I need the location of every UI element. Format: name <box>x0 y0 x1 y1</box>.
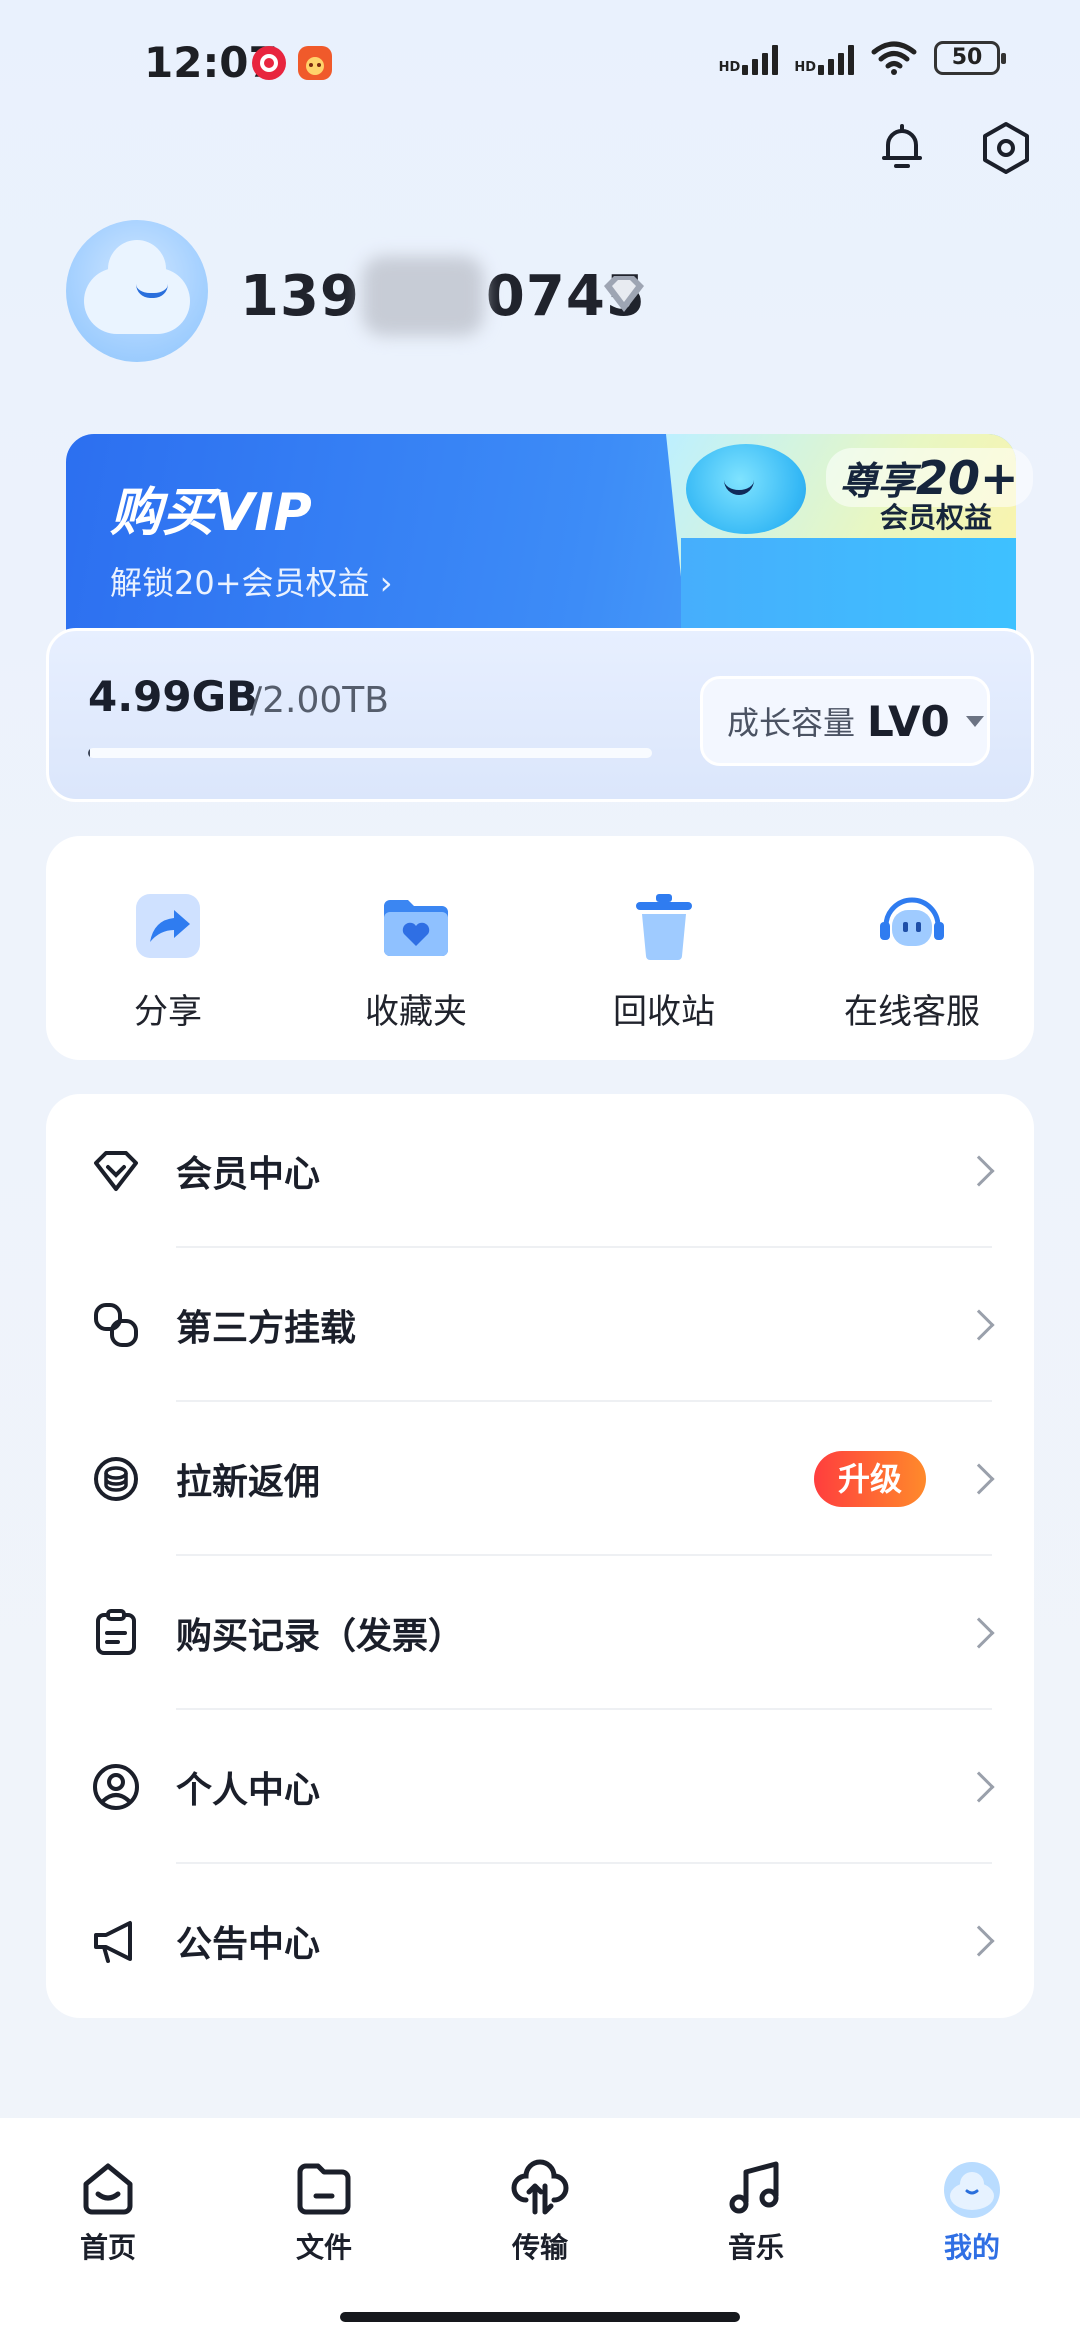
menu-item-purchase-records[interactable]: 购买记录（发票） <box>46 1556 1034 1710</box>
status-indicators: HD HD 50 <box>719 40 1006 76</box>
music-icon <box>729 2161 779 2214</box>
chevron-right-icon <box>963 1925 995 1957</box>
folder-icon <box>297 2163 351 2215</box>
vip-badge-sub: 会员权益 <box>880 501 993 534</box>
menu-item-personal-center[interactable]: 个人中心 <box>46 1710 1034 1864</box>
tab-home[interactable]: 首页 <box>48 2156 168 2266</box>
menu-item-third-party-mount[interactable]: 第三方挂载 <box>46 1248 1034 1402</box>
diamond-icon <box>94 1151 138 1191</box>
chevron-right-icon <box>963 1309 995 1341</box>
avatar-cloud-icon <box>944 2162 1000 2218</box>
settings-hexagon-icon[interactable] <box>976 118 1036 178</box>
megaphone-icon <box>94 1921 132 1963</box>
storage-progress <box>88 748 652 758</box>
home-indicator[interactable] <box>340 2312 740 2322</box>
menu-item-label: 购买记录（发票） <box>176 1616 465 1657</box>
vip-mascot-icon <box>686 444 806 534</box>
dropdown-caret-icon <box>965 715 984 727</box>
network-type-2: HD <box>794 60 816 75</box>
menu-item-label: 个人中心 <box>176 1770 321 1811</box>
coin-icon <box>94 1457 138 1501</box>
menu-item-announcements[interactable]: 公告中心 <box>46 1864 1034 2018</box>
tab-mine[interactable]: 我的 <box>912 2156 1032 2266</box>
menu-item-referral-rebate[interactable]: 拉新返佣 升级 <box>46 1402 1034 1556</box>
user-circle-icon <box>93 1764 139 1810</box>
transfer-cloud-icon <box>511 2159 569 2215</box>
tab-label: 我的 <box>943 2231 1000 2264</box>
share-icon <box>136 894 200 958</box>
signal-1: HD <box>719 41 779 75</box>
quick-action-label: 回收站 <box>613 992 715 1032</box>
menu-item-label: 第三方挂载 <box>176 1308 357 1349</box>
quick-action-customer-service[interactable]: 在线客服 <box>797 886 1027 1033</box>
vip-subtitle[interactable]: 解锁20+会员权益 › <box>110 558 393 604</box>
quick-action-trash[interactable]: 回收站 <box>549 886 779 1033</box>
tab-label: 文件 <box>295 2231 352 2264</box>
menu-item-label: 会员中心 <box>176 1154 321 1195</box>
avatar[interactable] <box>66 220 208 362</box>
level-value: LV0 <box>867 696 950 746</box>
trash-icon <box>636 894 692 960</box>
tab-label: 传输 <box>511 2231 568 2264</box>
network-type-1: HD <box>718 60 741 75</box>
member-diamond-icon[interactable] <box>596 266 652 322</box>
vip-gold-panel-lower <box>681 538 1016 634</box>
chevron-right-icon <box>963 1155 995 1187</box>
phone-masked-digits <box>361 256 484 336</box>
vip-title[interactable]: 购买VIP <box>110 470 312 545</box>
menu-item-member-center[interactable]: 会员中心 <box>46 1094 1034 1248</box>
tab-label: 首页 <box>79 2231 136 2264</box>
storage-total: /2.00TB <box>250 680 389 721</box>
chevron-right-icon <box>963 1463 995 1495</box>
customer-service-icon <box>880 897 944 946</box>
favorites-folder-icon <box>384 900 448 956</box>
wifi-icon <box>871 41 917 75</box>
tab-transfer[interactable]: 传输 <box>480 2156 600 2266</box>
battery-indicator: 50 <box>934 41 1006 75</box>
chevron-right-icon <box>963 1771 995 1803</box>
avatar-cloud <box>84 240 190 334</box>
notification-app-icon <box>252 46 286 80</box>
storage-used: 4.99GB <box>88 672 259 721</box>
phone-prefix: 139 <box>240 263 360 329</box>
quick-action-label: 在线客服 <box>844 992 980 1032</box>
home-icon <box>83 2163 133 2215</box>
growth-level-dropdown[interactable]: 成长容量 LV0 <box>700 676 990 766</box>
menu-item-label: 拉新返佣 <box>176 1462 321 1503</box>
signal-2: HD <box>794 41 854 75</box>
tab-label: 音乐 <box>727 2231 784 2264</box>
menu-item-label: 公告中心 <box>176 1924 321 1965</box>
notification-game-icon <box>298 46 332 80</box>
tab-files[interactable]: 文件 <box>264 2156 384 2266</box>
user-phone[interactable]: 139 0745 <box>240 256 646 336</box>
quick-action-favorites[interactable]: 收藏夹 <box>301 886 531 1033</box>
upgrade-badge[interactable]: 升级 <box>813 1451 926 1507</box>
quick-action-label: 分享 <box>134 992 202 1032</box>
link-icon <box>94 1303 138 1347</box>
tab-music[interactable]: 音乐 <box>696 2156 816 2266</box>
chevron-right-icon <box>963 1617 995 1649</box>
quick-action-share[interactable]: 分享 <box>53 886 283 1033</box>
level-label: 成长容量 <box>727 704 856 742</box>
quick-action-label: 收藏夹 <box>365 992 467 1032</box>
clipboard-icon <box>96 1609 136 1655</box>
bell-icon[interactable] <box>872 118 932 178</box>
